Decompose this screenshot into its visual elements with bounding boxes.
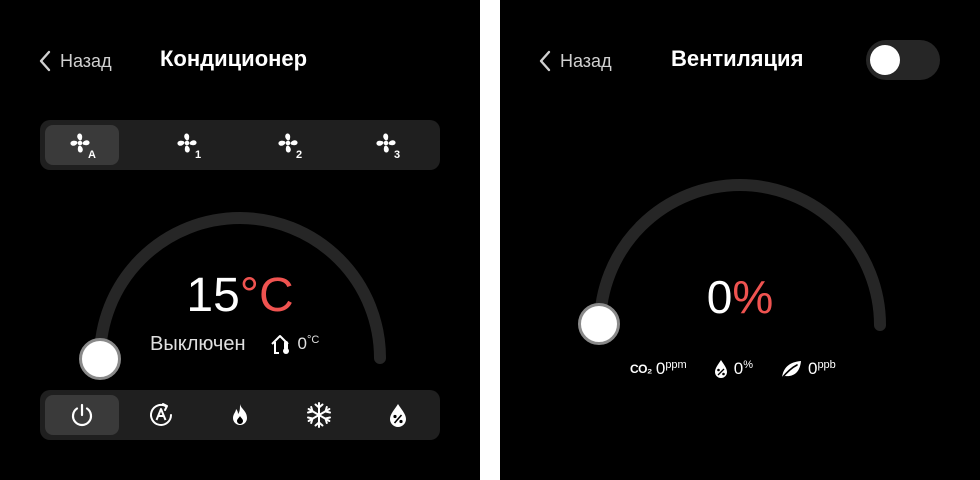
cool-mode-button[interactable] — [282, 395, 356, 435]
temperature-readout: 15°C — [0, 268, 480, 323]
power-button[interactable] — [45, 395, 119, 435]
auto-mode-icon — [150, 403, 172, 426]
mode-selector — [40, 390, 440, 440]
humidity-icon — [714, 360, 727, 378]
ventilation-level-value: 0 — [706, 271, 733, 323]
home-thermometer-icon — [270, 335, 289, 354]
heat-mode-button[interactable] — [203, 395, 277, 435]
co2-unit: ppm — [665, 359, 687, 371]
ventilation-level-unit: % — [732, 271, 774, 323]
co2-icon: CO₂ — [630, 362, 652, 376]
status-text: Выключен — [150, 332, 246, 355]
status-row: Выключен 0 °C — [150, 330, 319, 358]
temperature-value: 15 — [186, 269, 240, 322]
voc-sensor: 0 ppb — [779, 358, 836, 380]
co2-sensor: CO₂ 0 ppm — [630, 359, 687, 379]
dry-mode-button[interactable] — [361, 395, 435, 435]
leaf-icon — [781, 361, 801, 379]
humidity-sensor: 0% — [713, 359, 753, 379]
ventilation-level-readout: 0% — [500, 270, 980, 324]
auto-mode-button[interactable] — [124, 395, 198, 435]
ventilation-panel: Назад Вентиляция 0% CO₂ 0 ppm 0% 0 ppb — [500, 0, 980, 480]
power-icon — [71, 403, 93, 427]
voc-unit: ppb — [817, 359, 836, 371]
outdoor-temp-unit: °C — [306, 334, 320, 346]
humidity-unit: % — [743, 359, 753, 371]
outdoor-temperature: 0 °C — [270, 333, 320, 355]
conditioner-panel: Назад Кондиционер A 1 2 3 15°C Выключен … — [0, 0, 480, 480]
heat-icon — [233, 404, 247, 425]
outdoor-temp-value: 0 — [297, 334, 307, 353]
ventilation-gauge[interactable] — [500, 0, 980, 480]
co2-value: 0 — [655, 359, 666, 378]
sensor-row: CO₂ 0 ppm 0% 0 ppb — [630, 358, 862, 380]
temperature-slider-handle[interactable] — [79, 338, 121, 380]
temperature-unit: °C — [239, 269, 294, 322]
dry-icon — [390, 404, 406, 427]
cool-icon — [307, 402, 331, 428]
humidity-value: 0 — [733, 359, 744, 378]
voc-value: 0 — [807, 359, 818, 378]
